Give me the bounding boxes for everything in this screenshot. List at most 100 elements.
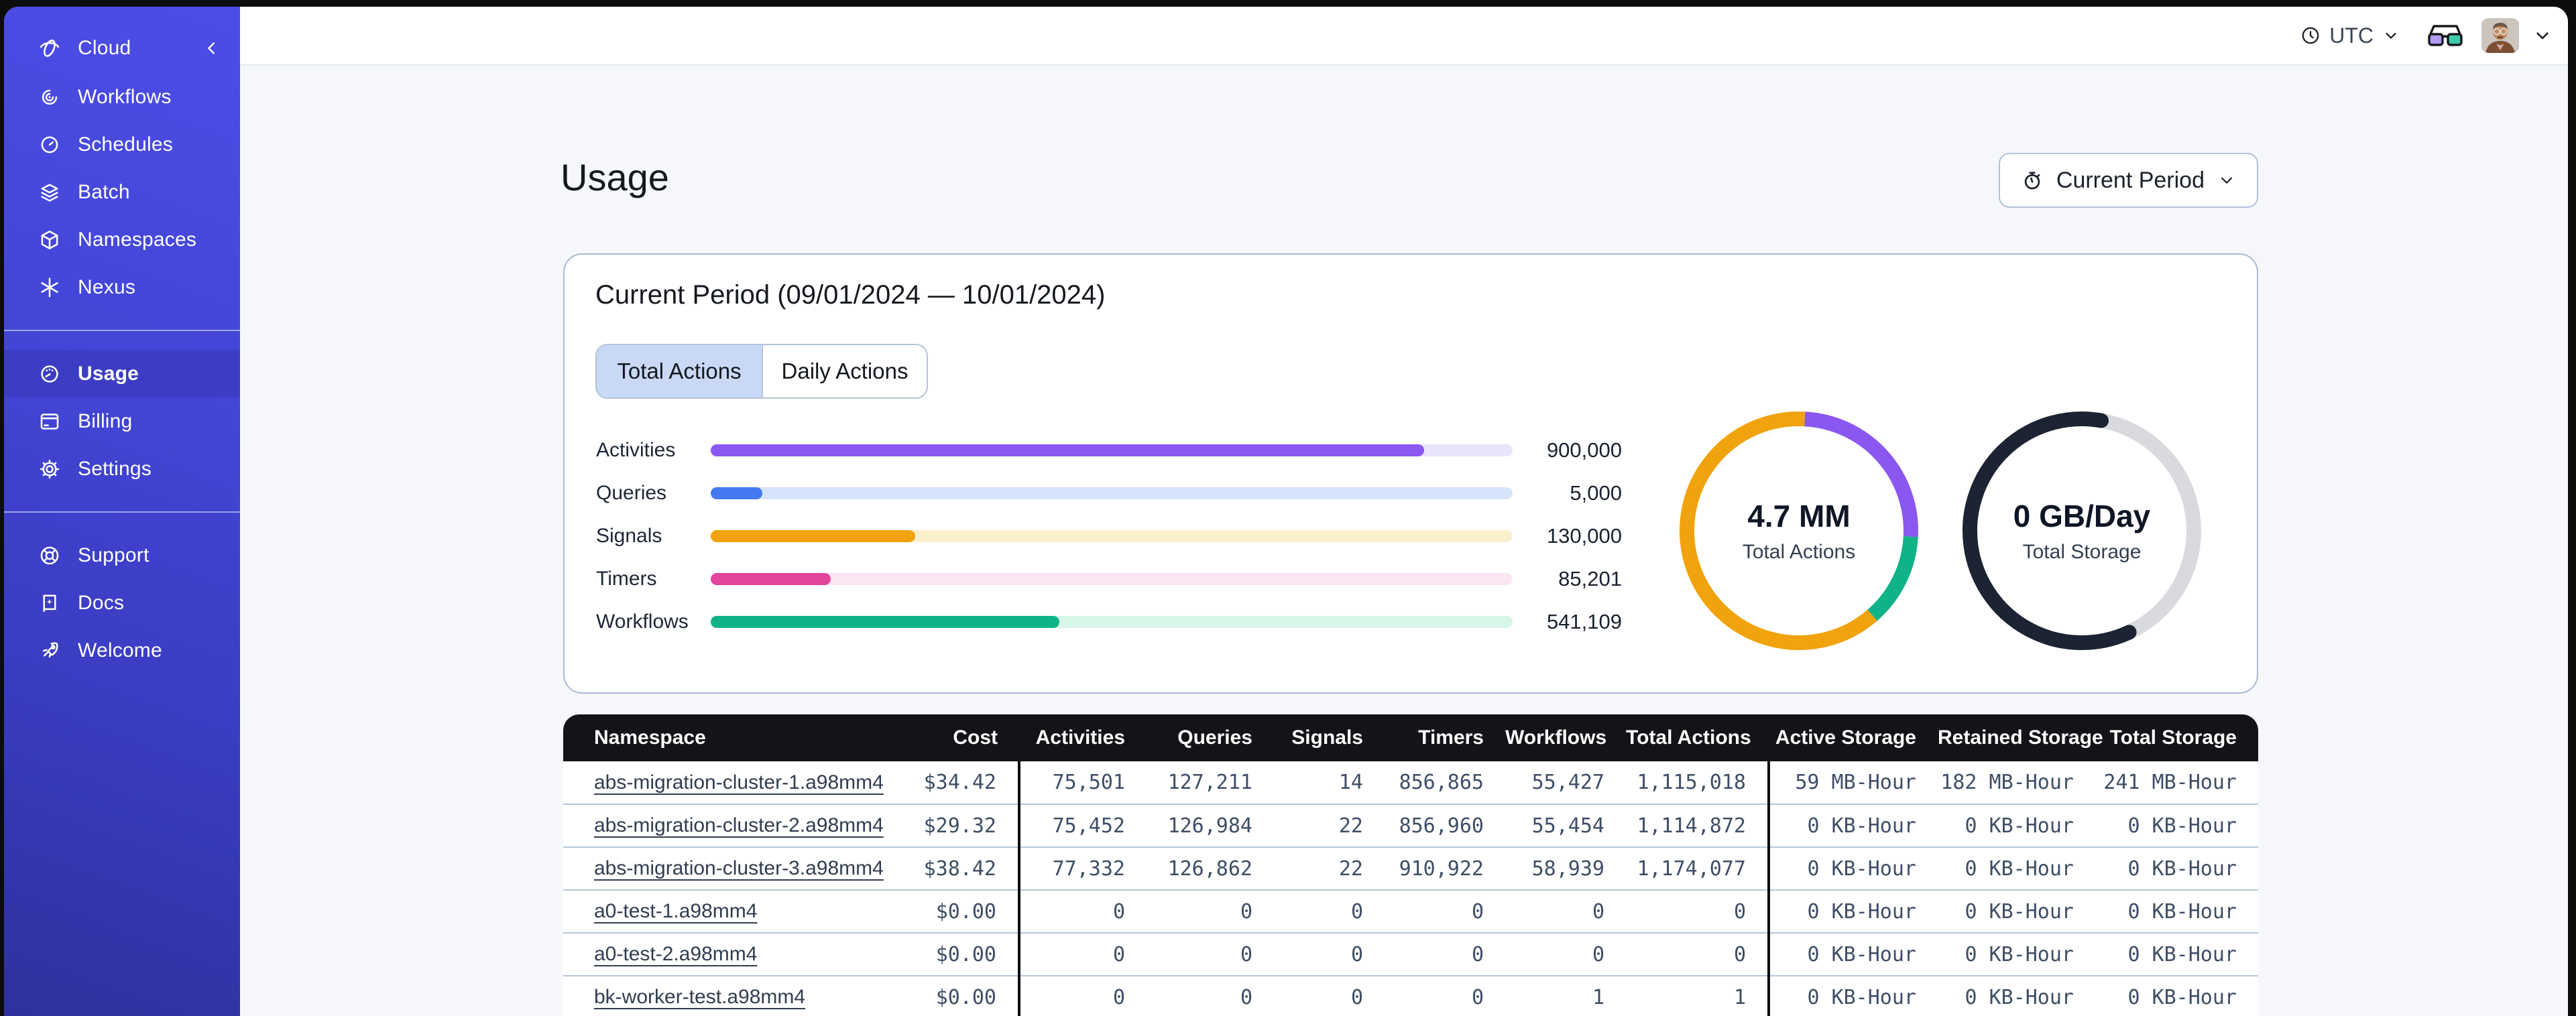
namespace-link[interactable]: abs-migration-cluster-2.a98mm4 bbox=[594, 814, 884, 836]
cell: 241 MB-Hour bbox=[2095, 761, 2258, 805]
cell: 182 MB-Hour bbox=[1938, 761, 2095, 805]
sidebar-item-nexus[interactable]: Nexus bbox=[4, 263, 240, 311]
cell: 0 bbox=[1505, 933, 1626, 976]
namespace-link[interactable]: abs-migration-cluster-1.a98mm4 bbox=[594, 771, 884, 793]
bar-value: 130,000 bbox=[1546, 524, 1622, 548]
sidebar-divider bbox=[4, 330, 240, 331]
period-selector-button[interactable]: Current Period bbox=[1998, 153, 2258, 208]
cell: 1 bbox=[1626, 976, 1770, 1016]
cell: 0 bbox=[1147, 933, 1274, 976]
bar-fill bbox=[711, 444, 1425, 456]
page-title: Usage bbox=[561, 156, 669, 198]
sidebar-item-batch[interactable]: Batch bbox=[4, 168, 240, 216]
timezone-selector[interactable]: UTC bbox=[2300, 23, 2400, 48]
tab-total-actions[interactable]: Total Actions bbox=[597, 345, 762, 397]
bar-fill bbox=[711, 487, 762, 499]
card-title: Current Period (09/01/2024 — 10/01/2024) bbox=[595, 280, 1106, 310]
bar-label: Signals bbox=[596, 525, 662, 547]
usage-summary-card: Current Period (09/01/2024 — 10/01/2024)… bbox=[563, 253, 2258, 694]
sidebar-item-welcome[interactable]: Welcome bbox=[4, 627, 240, 674]
bar-track bbox=[711, 573, 1513, 585]
cell: $0.00 bbox=[912, 976, 1020, 1016]
table-row: abs-migration-cluster-1.a98mm4 $34.42 75,5… bbox=[563, 761, 2258, 805]
total-storage-label: Total Storage bbox=[2022, 541, 2142, 563]
actions-tabs: Total Actions Daily Actions bbox=[595, 344, 928, 399]
sidebar-item-label: Docs bbox=[78, 591, 125, 614]
column-header-total-actions: Total Actions bbox=[1626, 714, 1769, 761]
cell: 126,984 bbox=[1147, 804, 1274, 848]
cell: 0 KB-Hour bbox=[1769, 976, 1938, 1016]
nexus-icon bbox=[38, 275, 62, 300]
bar-fill bbox=[711, 616, 1060, 628]
cell: 0 bbox=[1274, 890, 1385, 934]
total-actions-value: 4.7 MM bbox=[1747, 499, 1851, 533]
sidebar-item-label: Nexus bbox=[78, 275, 136, 298]
bar-track bbox=[711, 444, 1513, 456]
sidebar-item-support[interactable]: Support bbox=[4, 531, 240, 579]
bar-label: Workflows bbox=[596, 611, 689, 633]
cell: 1,115,018 bbox=[1626, 761, 1770, 805]
namespace-link[interactable]: bk-worker-test.a98mm4 bbox=[594, 986, 805, 1008]
sidebar-item-namespaces[interactable]: Namespaces bbox=[4, 216, 240, 263]
sidebar: Cloud Workflows Schedules Batch Namespaces N… bbox=[4, 7, 240, 1016]
bar-label: Activities bbox=[596, 439, 676, 461]
cell: 22 bbox=[1274, 847, 1385, 891]
cell: 127,211 bbox=[1147, 761, 1274, 805]
workflows-icon bbox=[38, 85, 62, 109]
sidebar-item-usage[interactable]: Usage bbox=[4, 350, 240, 397]
namespace-link[interactable]: abs-migration-cluster-3.a98mm4 bbox=[594, 857, 884, 879]
sidebar-item-schedules[interactable]: Schedules bbox=[4, 121, 240, 168]
period-chevron-down-icon bbox=[2221, 177, 2232, 184]
sidebar-groups: Workflows Schedules Batch Namespaces Nexus Us… bbox=[4, 73, 240, 674]
total-storage-value: 0 GB/Day bbox=[2013, 499, 2151, 533]
total-actions-donut: 4.7 MM Total Actions bbox=[1678, 410, 1920, 651]
cell: 0 KB-Hour bbox=[1769, 890, 1938, 934]
sidebar-collapse-chevron-left-icon[interactable] bbox=[200, 36, 224, 60]
main-content: Usage Current Period Current Period (09/… bbox=[240, 66, 2568, 1016]
cell: 0 KB-Hour bbox=[2095, 804, 2258, 848]
user-avatar[interactable] bbox=[2481, 18, 2520, 53]
bar-row-activities: Activities 900,000 bbox=[596, 429, 1622, 472]
cell: 1,174,077 bbox=[1626, 847, 1770, 891]
column-header-active-storage: Active Storage bbox=[1769, 714, 1938, 761]
sidebar-item-label: Settings bbox=[78, 457, 152, 480]
bar-value: 85,201 bbox=[1558, 567, 1622, 590]
cell: 1,114,872 bbox=[1626, 804, 1770, 848]
bar-row-signals: Signals 130,000 bbox=[596, 515, 1622, 558]
sidebar-header[interactable]: Cloud bbox=[4, 24, 240, 72]
bar-track bbox=[711, 487, 1513, 499]
batch-icon bbox=[38, 180, 62, 204]
column-header-cost: Cost bbox=[912, 714, 1019, 761]
sidebar-item-billing[interactable]: Billing bbox=[4, 397, 240, 445]
namespace-link[interactable]: a0-test-2.a98mm4 bbox=[594, 943, 757, 965]
cell: 0 KB-Hour bbox=[2095, 890, 2258, 934]
support-icon bbox=[38, 544, 62, 568]
sidebar-item-label: Support bbox=[78, 544, 150, 566]
namespace-cell: a0-test-2.a98mm4 bbox=[563, 933, 912, 976]
column-header-queries: Queries bbox=[1147, 714, 1274, 761]
bar-label: Timers bbox=[596, 568, 657, 590]
cell: 0 bbox=[1147, 890, 1274, 934]
total-actions-label: Total Actions bbox=[1742, 541, 1856, 563]
total-actions-donut-center: 4.7 MM Total Actions bbox=[1678, 410, 1920, 651]
incognito-glasses-icon[interactable] bbox=[2427, 21, 2463, 50]
schedules-icon bbox=[38, 133, 62, 157]
cell: 0 KB-Hour bbox=[1938, 976, 2095, 1016]
temporal-cloud-logo-icon bbox=[38, 36, 62, 60]
bar-value: 541,109 bbox=[1546, 610, 1622, 633]
tab-daily-actions[interactable]: Daily Actions bbox=[762, 345, 927, 397]
sidebar-item-settings[interactable]: Settings bbox=[4, 445, 240, 493]
actions-bar-chart: Activities 900,000 Queries 5,000 Signals 130,… bbox=[596, 429, 1622, 643]
namespace-cell: abs-migration-cluster-1.a98mm4 bbox=[563, 761, 912, 805]
namespace-link[interactable]: a0-test-1.a98mm4 bbox=[594, 900, 757, 922]
bar-value: 900,000 bbox=[1546, 438, 1622, 462]
cell: 0 bbox=[1505, 890, 1626, 934]
bar-fill bbox=[711, 530, 915, 542]
cell: 0 KB-Hour bbox=[1769, 804, 1938, 848]
account-chevron-down-icon[interactable] bbox=[2532, 25, 2553, 46]
sidebar-app-label: Cloud bbox=[78, 36, 131, 59]
clock-icon bbox=[2302, 27, 2319, 44]
sidebar-item-docs[interactable]: Docs bbox=[4, 579, 240, 627]
sidebar-item-workflows[interactable]: Workflows bbox=[4, 73, 240, 121]
cell: $38.42 bbox=[912, 847, 1020, 891]
